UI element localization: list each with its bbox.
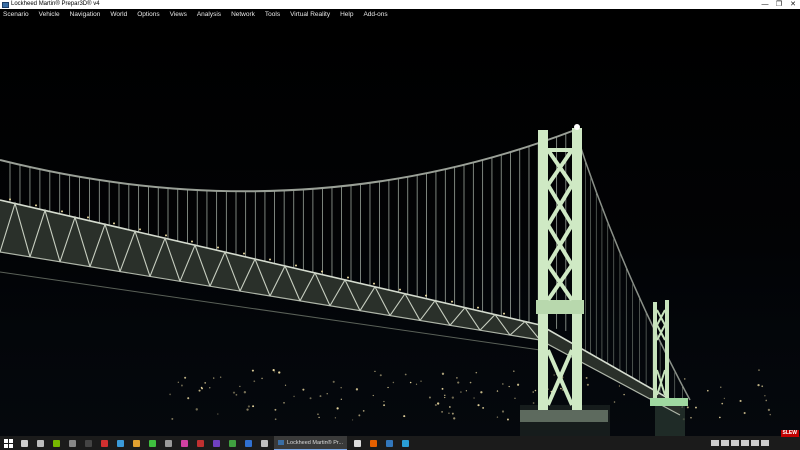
chrome-taskbar-button[interactable] bbox=[349, 436, 365, 450]
notification-icon[interactable] bbox=[761, 440, 769, 446]
menu-tools[interactable]: Tools bbox=[260, 9, 285, 20]
menu-analysis[interactable]: Analysis bbox=[192, 9, 226, 20]
prepar3d-task-icon bbox=[278, 440, 284, 445]
app-green-icon bbox=[148, 439, 156, 447]
task-view-icon bbox=[36, 439, 44, 447]
window-titlebar[interactable]: Lockheed Martin® Prepar3D® v4 — ❐ ✕ bbox=[0, 0, 800, 9]
menu-vehicle[interactable]: Vehicle bbox=[34, 9, 65, 20]
app-purple-taskbar-button[interactable] bbox=[208, 436, 224, 450]
system-tray bbox=[710, 436, 800, 450]
main-cable bbox=[0, 129, 576, 193]
pinned-apps-right bbox=[349, 436, 413, 450]
keyboard-icon[interactable] bbox=[741, 440, 749, 446]
menu-help[interactable]: Help bbox=[335, 9, 358, 20]
user-icon[interactable] bbox=[711, 440, 719, 446]
volume-icon[interactable] bbox=[731, 440, 739, 446]
app-x-icon bbox=[116, 439, 124, 447]
app-green-taskbar-button[interactable] bbox=[144, 436, 160, 450]
main-tower bbox=[520, 124, 608, 422]
onedrive-icon[interactable] bbox=[751, 440, 759, 446]
menu-bar: Scenario Vehicle Navigation World Options Vie… bbox=[0, 9, 800, 20]
windows-taskbar: Lockheed Martin® Pr... bbox=[0, 436, 800, 450]
nvidia-taskbar-button[interactable] bbox=[48, 436, 64, 450]
tools-icon bbox=[132, 439, 140, 447]
menu-network[interactable]: Network bbox=[226, 9, 260, 20]
menu-virtual-reality[interactable]: Virtual Reality bbox=[285, 9, 335, 20]
network-icon[interactable] bbox=[721, 440, 729, 446]
app-purple-icon bbox=[212, 439, 220, 447]
simulator-viewport[interactable] bbox=[0, 20, 800, 436]
app-red2-taskbar-button[interactable] bbox=[192, 436, 208, 450]
app-gray-taskbar-button[interactable] bbox=[160, 436, 176, 450]
window-controls: — ❐ ✕ bbox=[758, 0, 800, 9]
chrome-icon bbox=[353, 439, 361, 447]
start-button[interactable] bbox=[0, 436, 16, 450]
taskbar-task-label: Lockheed Martin® Pr... bbox=[287, 439, 344, 446]
nvidia-icon bbox=[52, 439, 60, 447]
task-view-taskbar-button[interactable] bbox=[32, 436, 48, 450]
menu-world[interactable]: World bbox=[105, 9, 132, 20]
app-blue-taskbar-button[interactable] bbox=[240, 436, 256, 450]
app-pink-icon bbox=[180, 439, 188, 447]
slew-indicator: SLEW bbox=[780, 430, 799, 437]
app-x-taskbar-button[interactable] bbox=[112, 436, 128, 450]
app-taskbar-button[interactable] bbox=[64, 436, 80, 450]
app-red2-icon bbox=[196, 439, 204, 447]
taskbar-prepar3d-task[interactable]: Lockheed Martin® Pr... bbox=[274, 436, 348, 450]
app-green2-icon bbox=[228, 439, 236, 447]
settings-icon bbox=[260, 439, 268, 447]
menu-options[interactable]: Options bbox=[132, 9, 164, 20]
edge-taskbar-button[interactable] bbox=[381, 436, 397, 450]
app-icon bbox=[401, 439, 409, 447]
app-taskbar-button[interactable] bbox=[397, 436, 413, 450]
terminal-icon bbox=[84, 439, 92, 447]
settings-taskbar-button[interactable] bbox=[256, 436, 272, 450]
app-red-taskbar-button[interactable] bbox=[96, 436, 112, 450]
menu-navigation[interactable]: Navigation bbox=[65, 9, 106, 20]
search-taskbar-button[interactable] bbox=[16, 436, 32, 450]
app-pink-taskbar-button[interactable] bbox=[176, 436, 192, 450]
app-red-icon bbox=[100, 439, 108, 447]
firefox-icon bbox=[369, 439, 377, 447]
restore-button[interactable]: ❐ bbox=[772, 0, 786, 9]
menu-views[interactable]: Views bbox=[165, 9, 192, 20]
firefox-taskbar-button[interactable] bbox=[365, 436, 381, 450]
close-button[interactable]: ✕ bbox=[786, 0, 800, 9]
search-icon bbox=[20, 439, 28, 447]
tools-taskbar-button[interactable] bbox=[128, 436, 144, 450]
app-gray-icon bbox=[164, 439, 172, 447]
pinned-apps bbox=[16, 436, 272, 450]
menu-scenario[interactable]: Scenario bbox=[0, 9, 34, 20]
app-green2-taskbar-button[interactable] bbox=[224, 436, 240, 450]
window-title: Lockheed Martin® Prepar3D® v4 bbox=[11, 1, 100, 7]
windows-logo-icon bbox=[3, 438, 13, 448]
bridge-scene bbox=[0, 124, 771, 436]
terminal-taskbar-button[interactable] bbox=[80, 436, 96, 450]
edge-icon bbox=[385, 439, 393, 447]
app-blue-icon bbox=[244, 439, 252, 447]
minimize-button[interactable]: — bbox=[758, 0, 772, 9]
menu-add-ons[interactable]: Add-ons bbox=[358, 9, 392, 20]
app-icon bbox=[68, 439, 76, 447]
prepar3d-app-icon bbox=[2, 1, 9, 8]
